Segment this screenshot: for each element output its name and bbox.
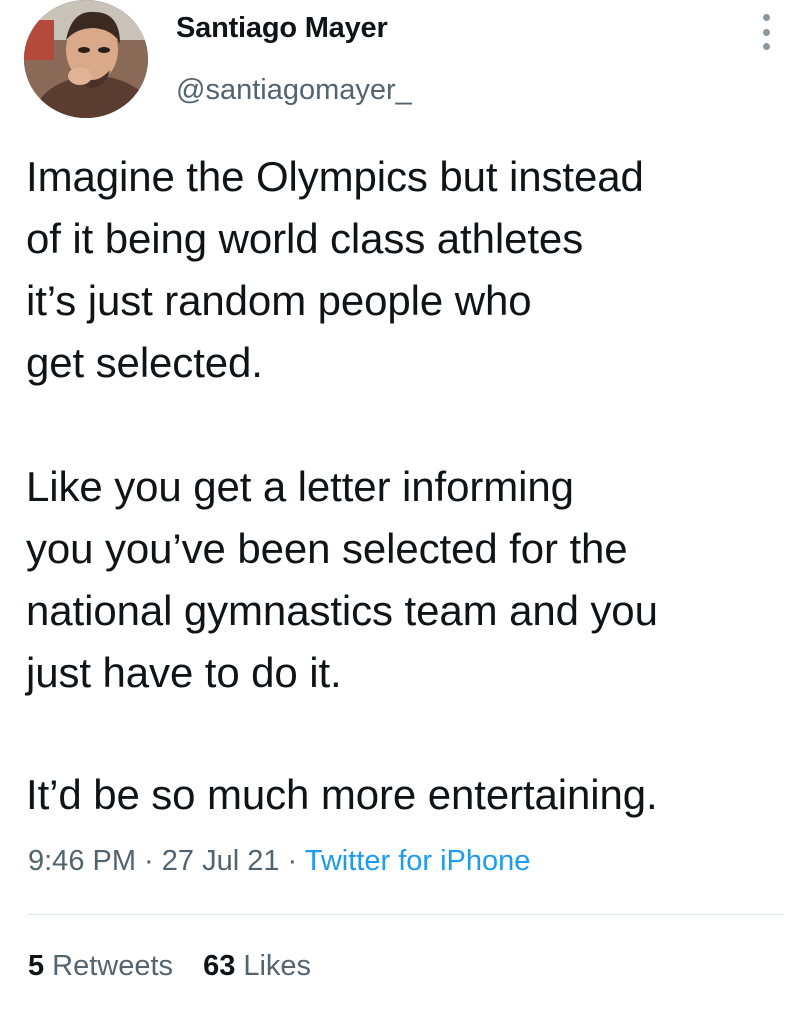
- more-dot: [762, 43, 770, 50]
- tweet-paragraph: Imagine the Olympics but instead of it b…: [26, 153, 644, 386]
- author-avatar[interactable]: [24, 0, 148, 118]
- retweets-label: Retweets: [52, 950, 174, 982]
- tweet-stats: 5 Retweets 63 Likes: [28, 950, 333, 983]
- retweets-count: 5: [28, 950, 45, 982]
- tweet-text: Imagine the Olympics but instead of it b…: [26, 146, 796, 826]
- more-dot: [762, 14, 770, 21]
- tweet-paragraph: Like you get a letter informing you you’…: [26, 463, 658, 696]
- author-handle[interactable]: @santiagomayer_: [176, 74, 412, 107]
- tweet-date[interactable]: 27 Jul 21: [162, 845, 280, 877]
- tweet-card: Santiago Mayer @santiagomayer_ Imagine t…: [0, 0, 810, 1014]
- likes-label: Likes: [243, 950, 312, 982]
- more-vertical-icon[interactable]: [752, 12, 780, 52]
- likes-count: 63: [203, 950, 236, 982]
- tweet-time[interactable]: 9:46 PM: [28, 845, 136, 877]
- author-name[interactable]: Santiago Mayer: [176, 12, 388, 45]
- profile-photo-icon: [24, 0, 148, 118]
- meta-separator: ·: [136, 845, 162, 877]
- tweet-paragraph: It’d be so much more entertaining.: [26, 771, 658, 818]
- retweets-stat[interactable]: 5 Retweets: [28, 950, 173, 982]
- likes-stat[interactable]: 63 Likes: [203, 950, 311, 982]
- more-dot: [762, 28, 770, 36]
- tweet-source-link[interactable]: Twitter for iPhone: [305, 845, 531, 877]
- divider: [28, 914, 784, 915]
- tweet-metadata: 9:46 PM · 27 Jul 21 · Twitter for iPhone: [28, 845, 530, 878]
- meta-separator: ·: [279, 845, 305, 877]
